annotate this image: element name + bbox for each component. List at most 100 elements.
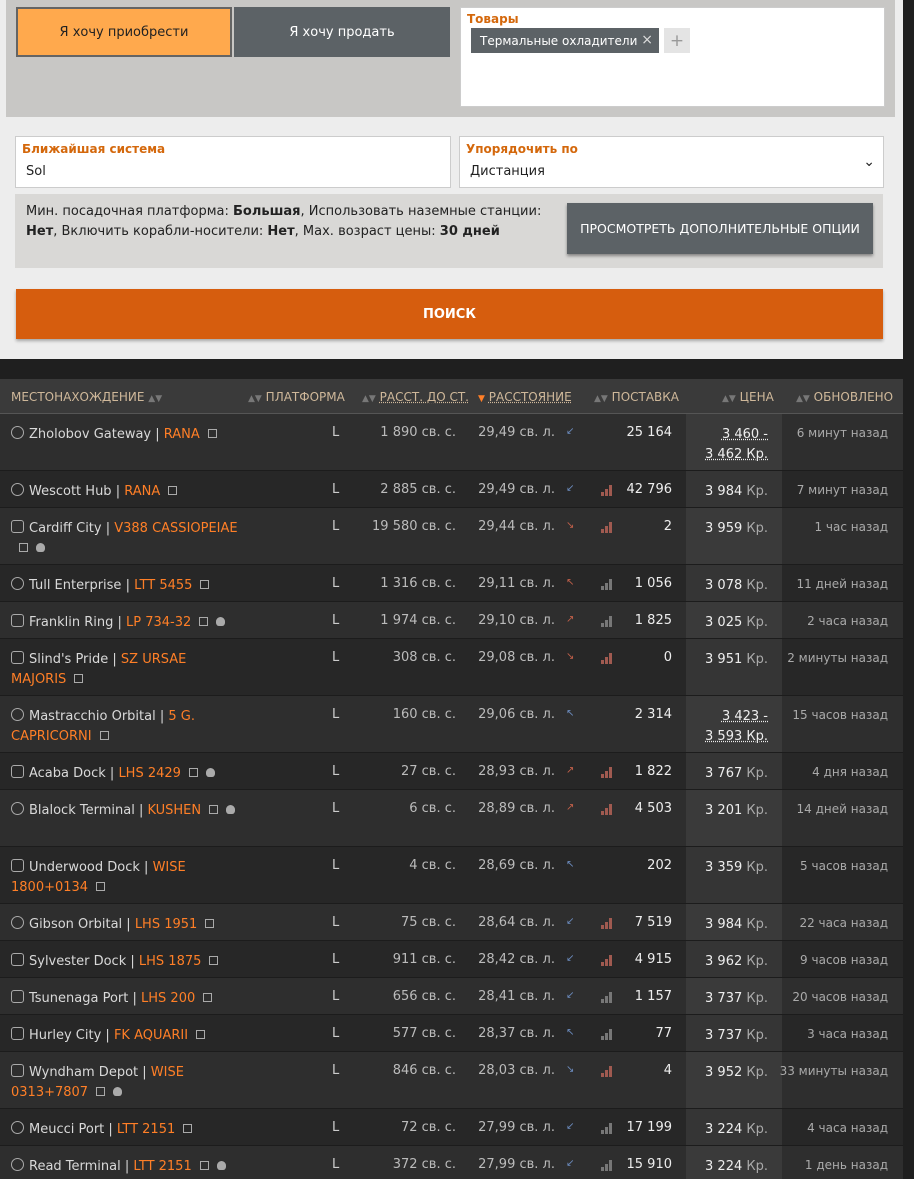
station-name[interactable]: Wyndham Depot [29,1065,138,1080]
copy-icon[interactable] [203,993,213,1002]
copy-icon[interactable] [196,1030,206,1039]
table-row[interactable]: Gibson Orbital | LHS 1951 L 75 св. с. 28,64… [0,904,903,941]
system-name[interactable]: V388 CASSIOPEIAE [114,521,237,536]
price: 3 984 Кр. [705,915,768,935]
supply-level-icon [601,918,613,929]
col-supply[interactable]: ▲▼ ПОСТАВКА [594,390,679,404]
col-pad[interactable]: ▲▼ ПЛАТФОРМА [248,390,345,404]
table-row[interactable]: Meucci Port | LTT 2151 L 72 св. с. 27,99 св… [0,1109,903,1146]
copy-icon[interactable] [74,674,84,683]
copy-icon[interactable] [205,919,215,928]
outpost-icon [11,651,24,664]
distance: 27,99 св. л. [478,1120,555,1135]
table-row[interactable]: Slind's Pride | SZ URSAE MAJORIS L 308 св.… [0,639,903,696]
copy-icon[interactable] [207,429,217,438]
copy-icon[interactable] [96,882,106,891]
system-name[interactable]: KUSHEN [147,803,201,818]
copy-icon[interactable] [19,543,28,552]
station-name[interactable]: Read Terminal [29,1159,121,1174]
system-name[interactable]: LTT 2151 [117,1122,175,1137]
table-row[interactable]: Tsunenaga Port | LHS 200 L 656 св. с. 28,41… [0,978,903,1015]
station-name[interactable]: Franklin Ring [29,615,113,630]
col-location[interactable]: МЕСТОНАХОЖДЕНИЕ ▲▼ [11,390,162,404]
goods-field[interactable]: Товары Термальные охладители × + [460,7,885,107]
col-distance[interactable]: ▼ РАССТОЯНИЕ [478,390,572,404]
search-button[interactable]: ПОИСК [16,289,883,339]
system-name[interactable]: LTT 5455 [134,578,192,593]
copy-icon[interactable] [183,1124,193,1133]
tab-sell[interactable]: Я хочу продать [234,7,450,57]
copy-icon[interactable] [96,1087,106,1096]
station-name[interactable]: Gibson Orbital [29,917,122,932]
station-name[interactable]: Zholobov Gateway [29,427,151,442]
table-row[interactable]: Blalock Terminal | KUSHEN L 6 св. с. 28,89 … [0,790,903,847]
col-updated[interactable]: ▲▼ ОБНОВЛЕНО [796,390,893,404]
system-name[interactable]: RANA [124,484,160,499]
station-name[interactable]: Blalock Terminal [29,803,135,818]
copy-icon[interactable] [99,731,109,740]
copy-icon[interactable] [188,768,198,777]
sort-select[interactable]: Упорядочить по Дистанция ⌄ [459,136,884,188]
system-name[interactable]: LHS 1951 [135,917,198,932]
table-row[interactable]: Wescott Hub | RANA L 2 885 св. с. 29,49 св.… [0,471,903,508]
station-name[interactable]: Meucci Port [29,1122,104,1137]
station-name[interactable]: Tull Enterprise [29,578,121,593]
skull-icon [216,617,226,626]
system-field[interactable]: Ближайшая система Sol [15,136,451,188]
station-name[interactable]: Cardiff City [29,521,102,536]
copy-icon[interactable] [199,617,209,626]
system-input[interactable]: Sol [26,164,46,179]
station-name[interactable]: Sylvester Dock [29,954,126,969]
tab-buy[interactable]: Я хочу приобрести [16,7,232,57]
copy-icon[interactable] [168,486,178,495]
copy-icon[interactable] [209,805,219,814]
table-row[interactable]: Read Terminal | LTT 2151 L 372 св. с. 27,99… [0,1146,903,1179]
station-name[interactable]: Hurley City [29,1028,101,1043]
goods-label: Товары [467,12,519,26]
table-row[interactable]: Acaba Dock | LHS 2429 L 27 св. с. 28,93 св.… [0,753,903,790]
system-name[interactable]: RANA [164,427,200,442]
location-cell: Mastracchio Orbital | 5 G. CAPRICORNI [11,708,195,744]
opt-surface-value: Нет [26,224,54,239]
copy-icon[interactable] [200,580,210,589]
updated-time: 20 часов назад [792,990,888,1004]
system-name[interactable]: FK AQUARII [114,1028,188,1043]
station-name[interactable]: Underwood Dock [29,860,140,875]
table-row[interactable]: Sylvester Dock | LHS 1875 L 911 св. с. 28,4… [0,941,903,978]
copy-icon[interactable] [199,1161,209,1170]
system-name[interactable]: LTT 2151 [133,1159,191,1174]
more-options-button[interactable]: ПРОСМОТРЕТЬ ДОПОЛНИТЕЛЬНЫЕ ОПЦИИ [567,203,873,254]
currency-label: Кр. [746,860,768,875]
sort-label: Упорядочить по [466,142,578,156]
close-icon[interactable]: × [641,32,653,48]
copy-icon[interactable] [209,956,219,965]
station-name[interactable]: Tsunenaga Port [29,991,128,1006]
chevron-down-icon[interactable]: ⌄ [863,154,875,170]
supply-level-icon [601,804,613,815]
table-row[interactable]: Zholobov Gateway | RANA L 1 890 св. с. 29,4… [0,414,903,471]
system-name[interactable]: LHS 1875 [139,954,202,969]
system-name[interactable]: LP 734-32 [126,615,191,630]
table-row[interactable]: Cardiff City | V388 CASSIOPEIAE L 19 580 с… [0,508,903,565]
station-name[interactable]: Acaba Dock [29,766,106,781]
station-name[interactable]: Wescott Hub [29,484,112,499]
table-row[interactable]: Franklin Ring | LP 734-32 L 1 974 св. с. 29… [0,602,903,639]
table-row[interactable]: Tull Enterprise | LTT 5455 L 1 316 св. с. 2… [0,565,903,602]
system-name[interactable]: LHS 200 [141,991,195,1006]
station-name[interactable]: Mastracchio Orbital [29,709,156,724]
sort-value[interactable]: Дистанция [470,164,545,179]
table-row[interactable]: Mastracchio Orbital | 5 G. CAPRICORNI L 16… [0,696,903,753]
table-row[interactable]: Underwood Dock | WISE 1800+0134 L 4 св. с.… [0,847,903,904]
supply-level-icon [601,1160,613,1171]
direction-icon: ↙ [566,990,575,1001]
supply-level-icon [601,616,613,627]
skull-icon [226,805,236,814]
system-name[interactable]: LHS 2429 [118,766,181,781]
station-name[interactable]: Slind's Pride [29,652,108,667]
col-station-dist[interactable]: ▲▼ РАССТ. ДО СТ. [362,390,469,404]
location-cell: Wescott Hub | RANA [11,482,239,502]
table-row[interactable]: Wyndham Depot | WISE 0313+7807 L 846 св. с… [0,1052,903,1109]
col-price[interactable]: ▲▼ ЦЕНА [722,390,774,404]
table-row[interactable]: Hurley City | FK AQUARII L 577 св. с. 28,37… [0,1015,903,1052]
add-goods-button[interactable]: + [664,28,690,53]
